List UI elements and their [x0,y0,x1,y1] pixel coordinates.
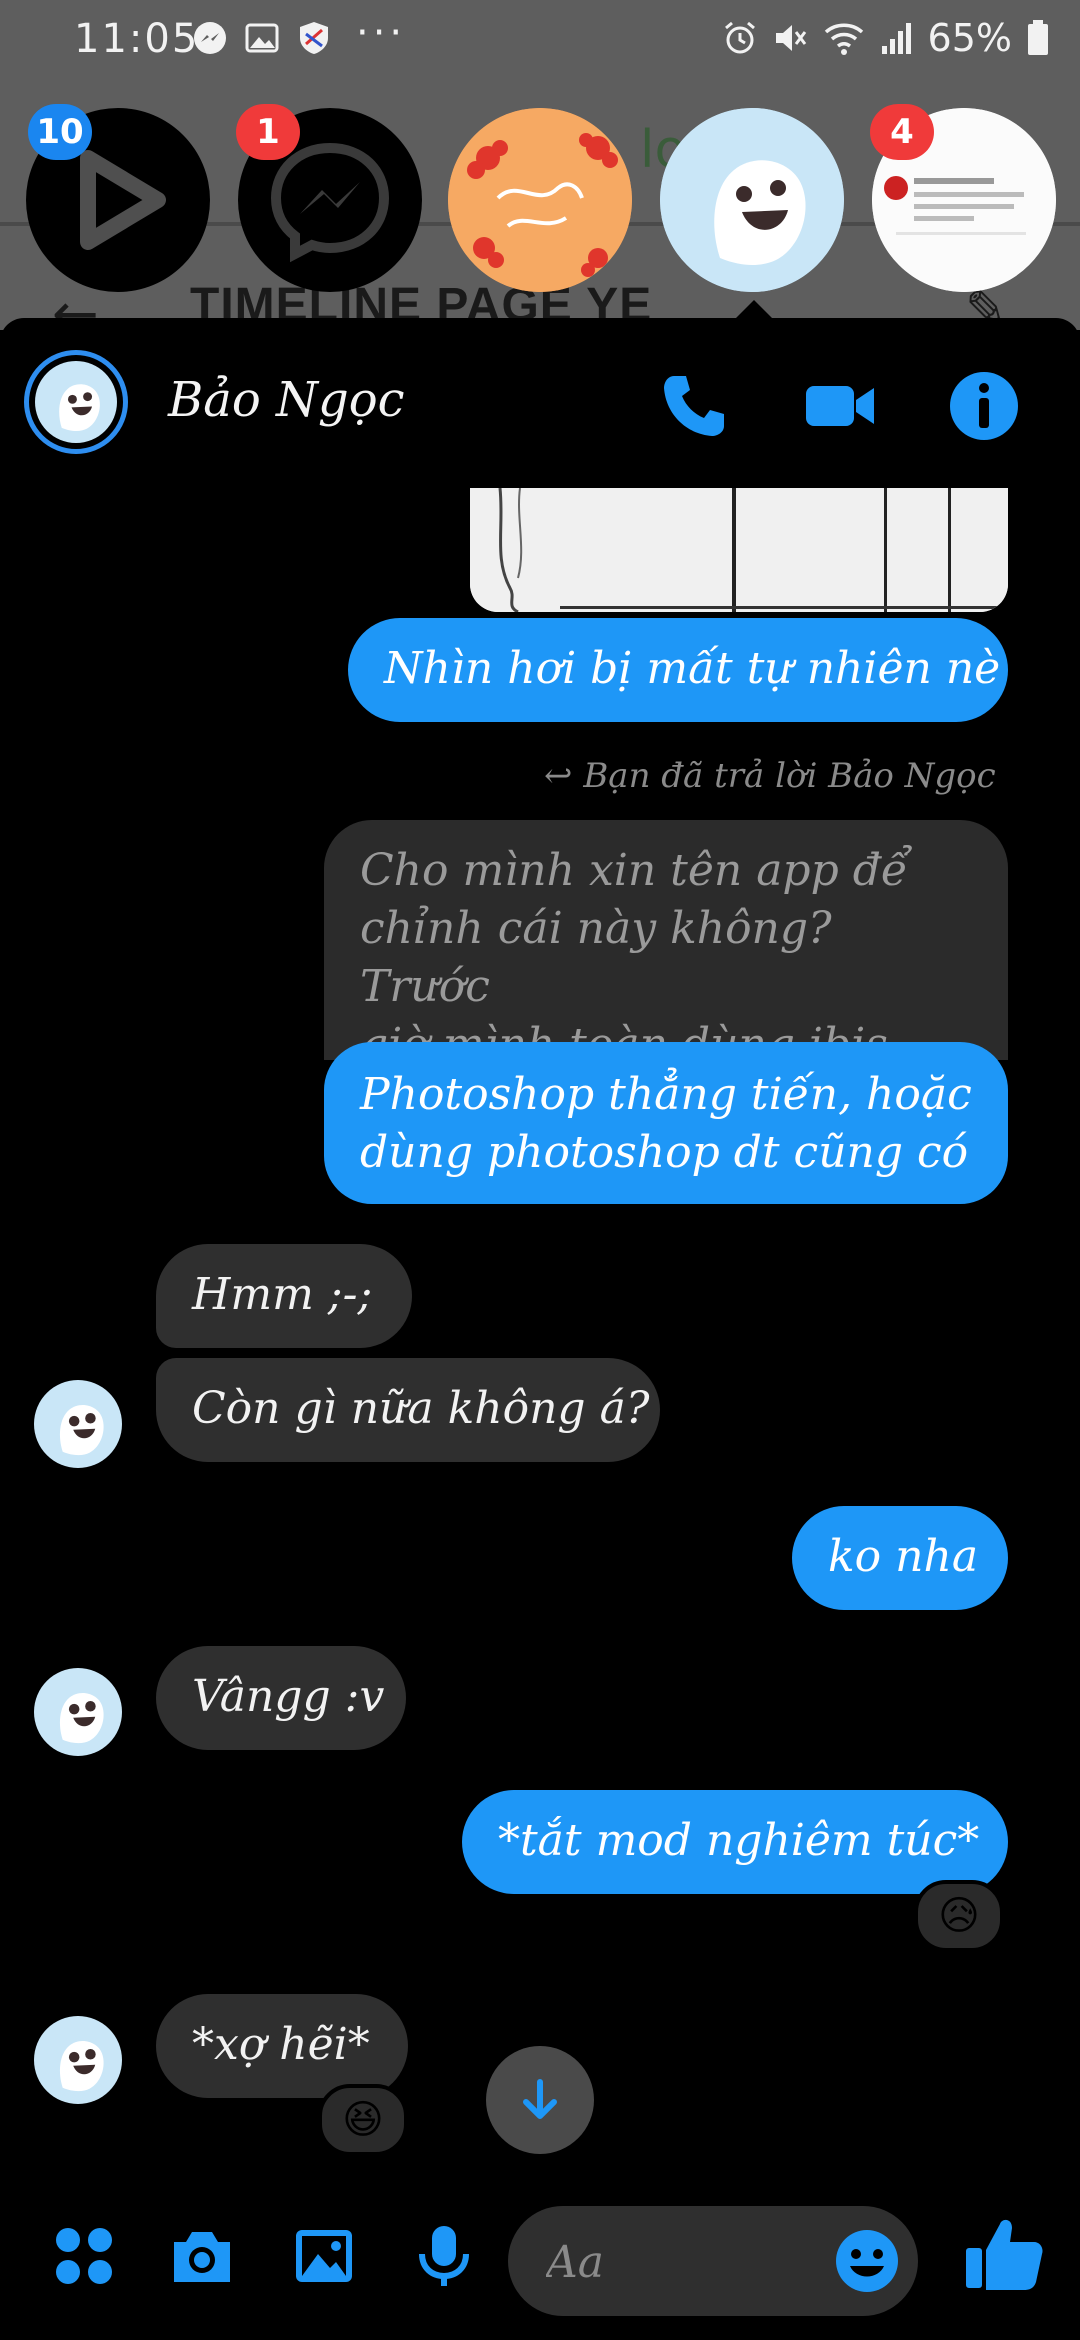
battery-icon [1028,20,1048,55]
chat-head-badge-messenger: 1 [236,104,300,160]
reply-indicator: ↩ Bạn đã trả lời Bảo Ngọc [544,756,996,796]
incoming-message[interactable]: *xợ hẽi* [156,1994,408,2098]
ghost-avatar-icon [34,2016,122,2104]
scroll-to-bottom-button[interactable] [486,2046,594,2154]
incoming-message[interactable]: Còn gì nữa không á? [156,1358,660,1462]
sender-avatar[interactable] [34,2016,122,2104]
status-bar: 11:05 ··· 65% [0,0,1080,82]
chat-head-hoa-phuong-do[interactable] [448,108,632,292]
arrow-down-icon [523,2079,557,2119]
message-reaction[interactable]: 😥 [914,1880,1004,1952]
quoted-line: chỉnh cái này không? Trước [360,903,832,1012]
camera-button[interactable] [168,2222,236,2290]
thumbs-up-button[interactable] [962,2212,1046,2296]
sketch-image [470,488,1008,612]
outgoing-message[interactable]: *tắt mod nghiêm túc* [462,1790,1008,1894]
more-notifications-icon: ··· [356,10,407,56]
message-composer[interactable] [508,2206,918,2316]
sender-avatar[interactable] [34,1668,122,1756]
chat-head-badge-play: 10 [28,104,92,160]
shield-notification-icon [300,22,328,54]
gallery-button[interactable] [290,2222,358,2290]
chat-head-bao-ngoc[interactable] [660,108,844,292]
incoming-message[interactable]: Vângg :v [156,1646,406,1750]
system-status-icons: 65% [722,16,1050,60]
ghost-avatar-icon [35,361,117,443]
reply-arrow-icon: ↩ [544,756,573,796]
image-message[interactable] [470,488,1008,612]
quoted-line: Cho mình xin tên app để [360,845,908,896]
wifi-icon [824,23,863,55]
outgoing-message[interactable]: Photoshop thẳng tiến, hoặc dùng photosho… [324,1042,1008,1204]
info-button[interactable] [946,368,1022,444]
battery-percentage: 65% [927,16,1012,60]
ghost-avatar-icon [34,1380,122,1468]
outgoing-message[interactable]: ko nha [792,1506,1008,1610]
header-avatar[interactable] [24,350,128,454]
status-time: 11:05 [74,16,200,62]
quoted-message[interactable]: Cho mình xin tên app để chỉnh cái này kh… [324,820,1008,1128]
call-button[interactable] [656,368,732,444]
gallery-notification-icon [245,23,279,53]
chat-head-badge-post: 4 [870,104,934,160]
message-line: Photoshop thẳng tiến, hoặc [360,1069,972,1120]
emoji-button[interactable] [834,2228,900,2294]
apps-menu-button[interactable] [50,2222,118,2290]
signal-icon [881,23,911,54]
video-call-button[interactable] [802,368,878,444]
incoming-message[interactable]: Hmm ;-; [156,1244,412,1348]
chat-window-pointer [732,300,776,322]
contact-name[interactable]: Bảo Ngọc [168,372,405,428]
alarm-icon [724,21,755,54]
reply-indicator-text: Bạn đã trả lời Bảo Ngọc [583,756,996,796]
sender-avatar[interactable] [34,1380,122,1468]
message-line: dùng photoshop dt cũng có [360,1127,969,1178]
mute-icon [775,25,806,51]
messenger-notification-icon [194,22,226,54]
message-input[interactable] [544,2232,808,2292]
microphone-button[interactable] [410,2222,478,2290]
outgoing-message[interactable]: Nhìn hơi bị mất tự nhiên nè [348,618,1008,722]
ghost-avatar-icon [660,108,844,292]
hoa-phuong-do-cover-image [448,108,632,292]
ghost-avatar-icon [34,1668,122,1756]
message-reaction[interactable]: 😆 [318,2084,408,2156]
